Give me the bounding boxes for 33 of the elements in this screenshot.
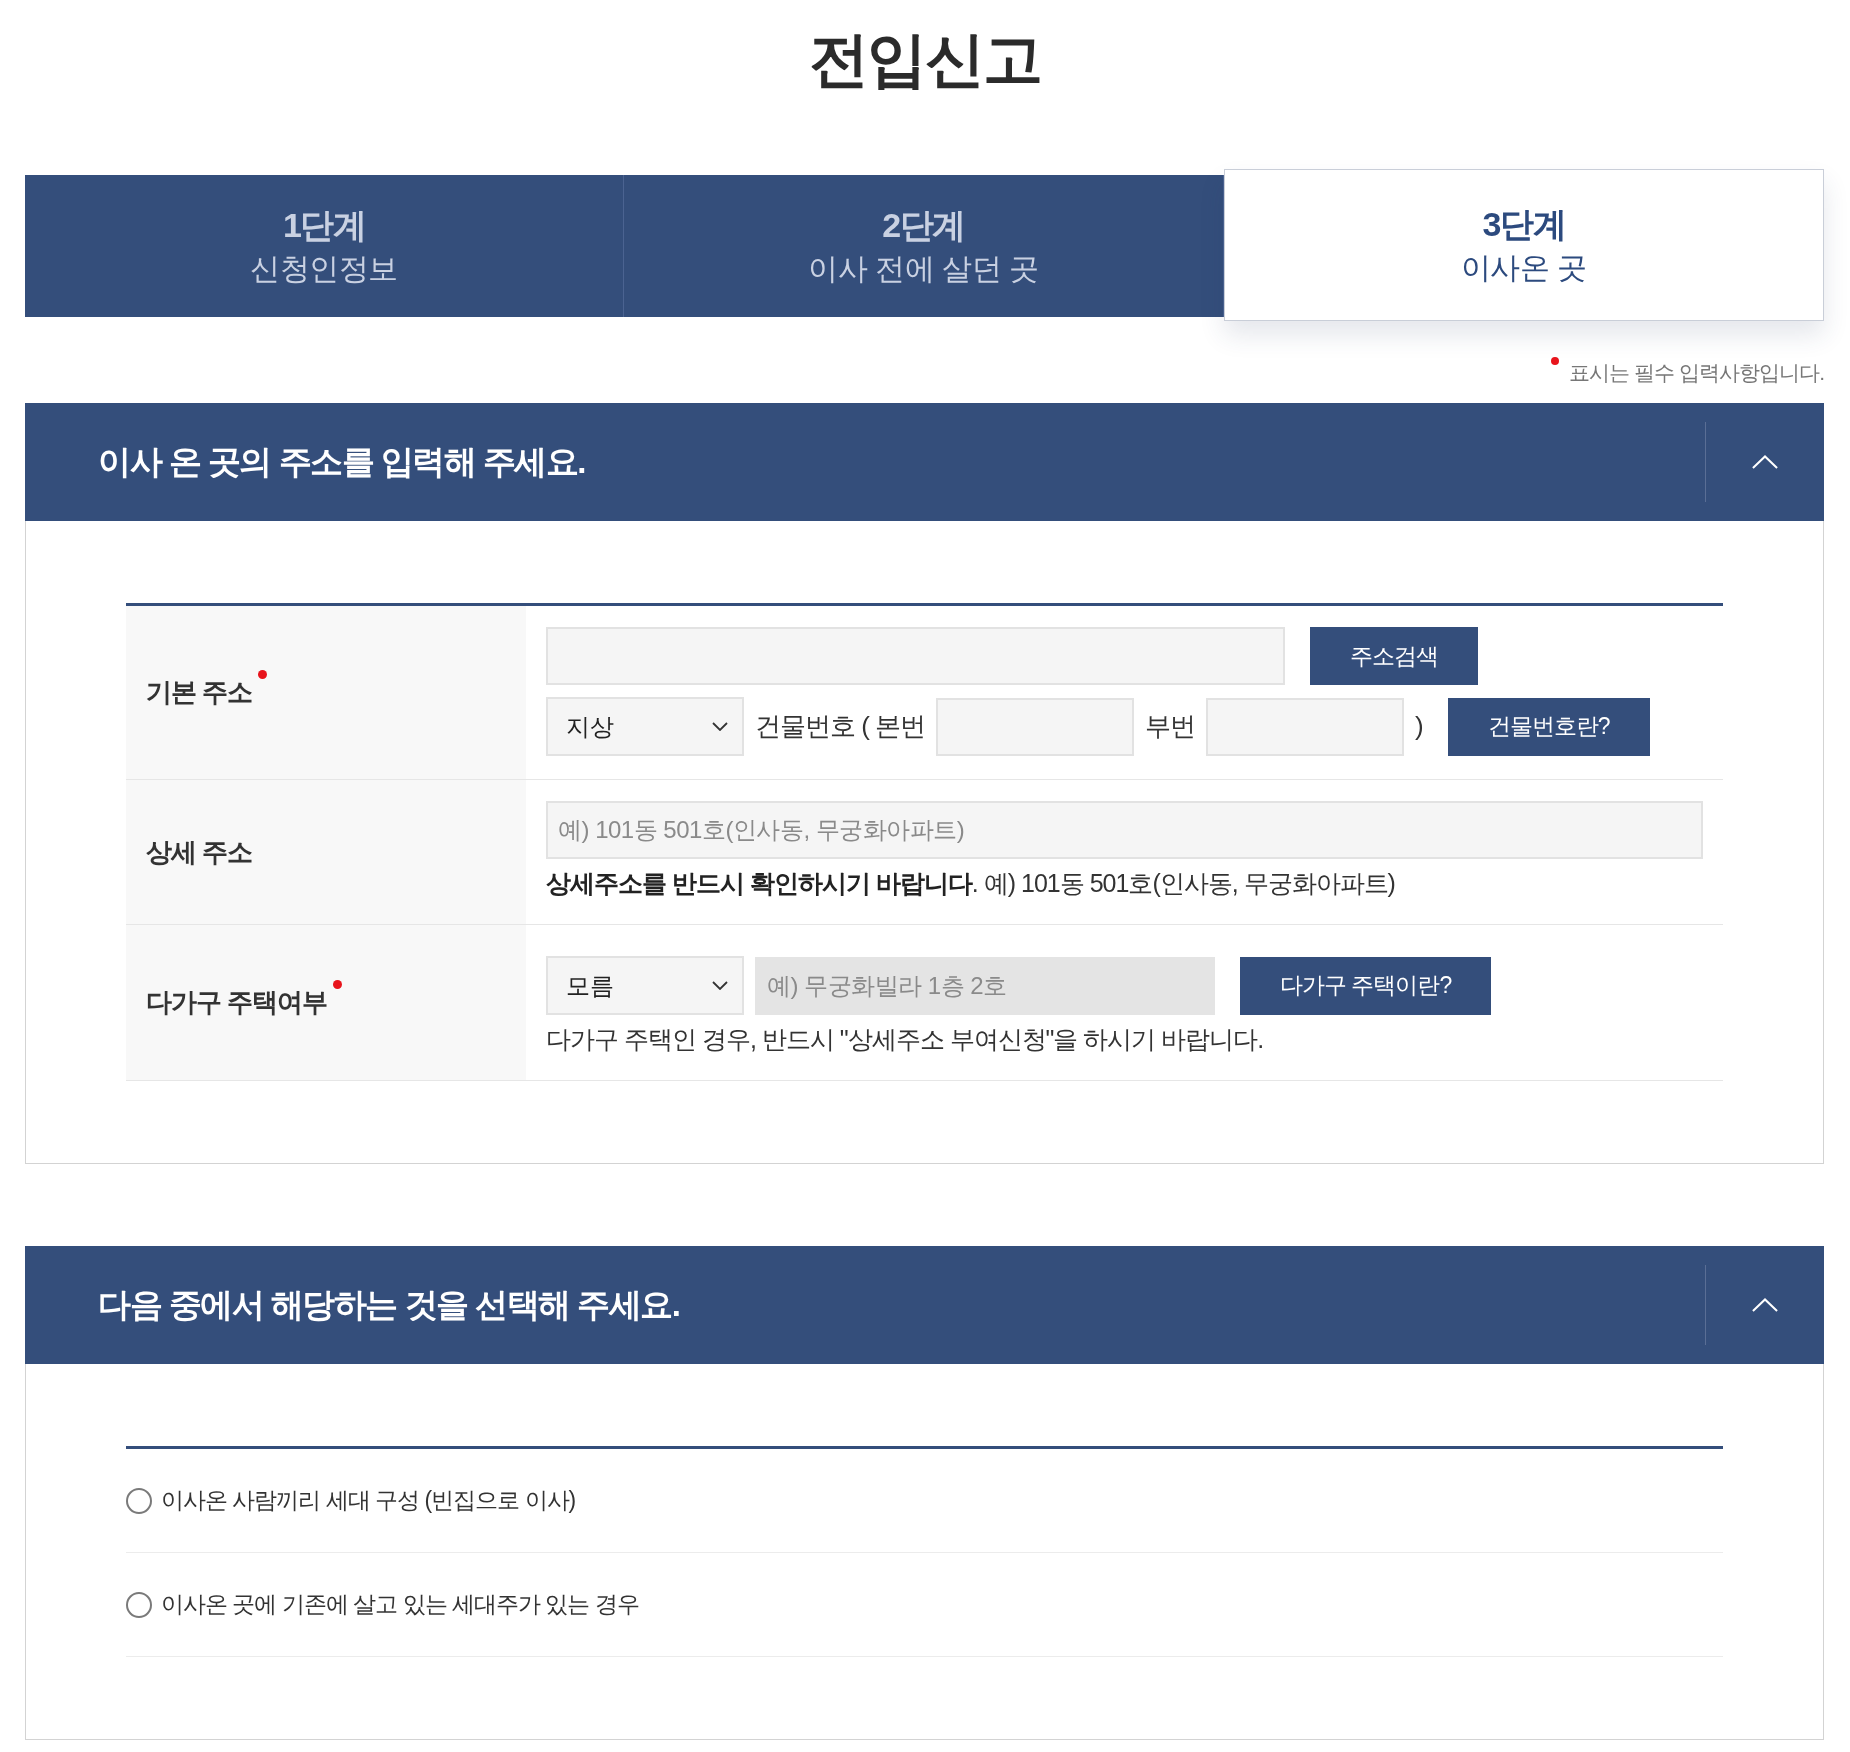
option-label[interactable]: 이사온 사람끼리 세대 구성 (빈집으로 이사)	[161, 1485, 576, 1516]
step-tab[interactable]: 1단계 신청인정보	[25, 175, 625, 317]
text-field[interactable]: 예) 101동 501호(인사동, 무궁화아파트)	[546, 801, 1703, 859]
action-button[interactable]: 다가구 주택이란?	[1240, 956, 1492, 1015]
field-note: 다가구 주택인 경우, 반드시 "상세주소 부여신청"을 하시기 바랍니다.	[546, 1024, 1264, 1055]
field-text: 부번	[1145, 710, 1196, 743]
text-field[interactable]	[546, 627, 1285, 685]
dropdown[interactable]: 모름	[546, 956, 744, 1015]
action-button[interactable]: 건물번호란?	[1447, 697, 1650, 756]
text-field[interactable]	[936, 697, 1135, 756]
chevron-down-icon	[712, 722, 728, 731]
action-button[interactable]: 주소검색	[1310, 627, 1478, 685]
required-dot-icon	[1551, 357, 1560, 365]
chevron-up-icon[interactable]	[1752, 455, 1778, 469]
option-label[interactable]: 이사온 곳에 기존에 살고 있는 세대주가 있는 경우	[161, 1589, 639, 1620]
step-tab[interactable]: 2단계 이사 전에 살던 곳	[624, 175, 1224, 317]
field-note: 상세주소를 반드시 확인하시기 바랍니다. 예) 101동 501호(인사동, 무궁화아파트)	[546, 868, 1395, 899]
chevron-down-icon	[712, 981, 728, 990]
field-label: 상세 주소	[146, 835, 253, 869]
text-field[interactable]	[1206, 697, 1405, 756]
field-label: 기본 주소	[146, 676, 253, 709]
required-note: 표시는 필수 입력사항입니다.	[1569, 360, 1824, 386]
step-tab[interactable]: 3단계 이사온 곳	[1223, 169, 1824, 321]
dropdown[interactable]: 지상	[546, 697, 744, 756]
chevron-up-icon[interactable]	[1752, 1298, 1778, 1312]
page-title: 전입신고	[808, 25, 1041, 95]
field-text: )	[1415, 711, 1423, 742]
radio-button[interactable]	[126, 1591, 152, 1618]
field-text: 건물번호 ( 본번	[755, 710, 926, 743]
section-title: 다음 중에서 해당하는 것을 선택해 주세요.	[98, 1285, 680, 1325]
radio-button[interactable]	[126, 1487, 152, 1514]
section-title: 이사 온 곳의 주소를 입력해 주세요.	[98, 442, 585, 482]
field-label: 다가구 주택여부	[146, 986, 328, 1019]
